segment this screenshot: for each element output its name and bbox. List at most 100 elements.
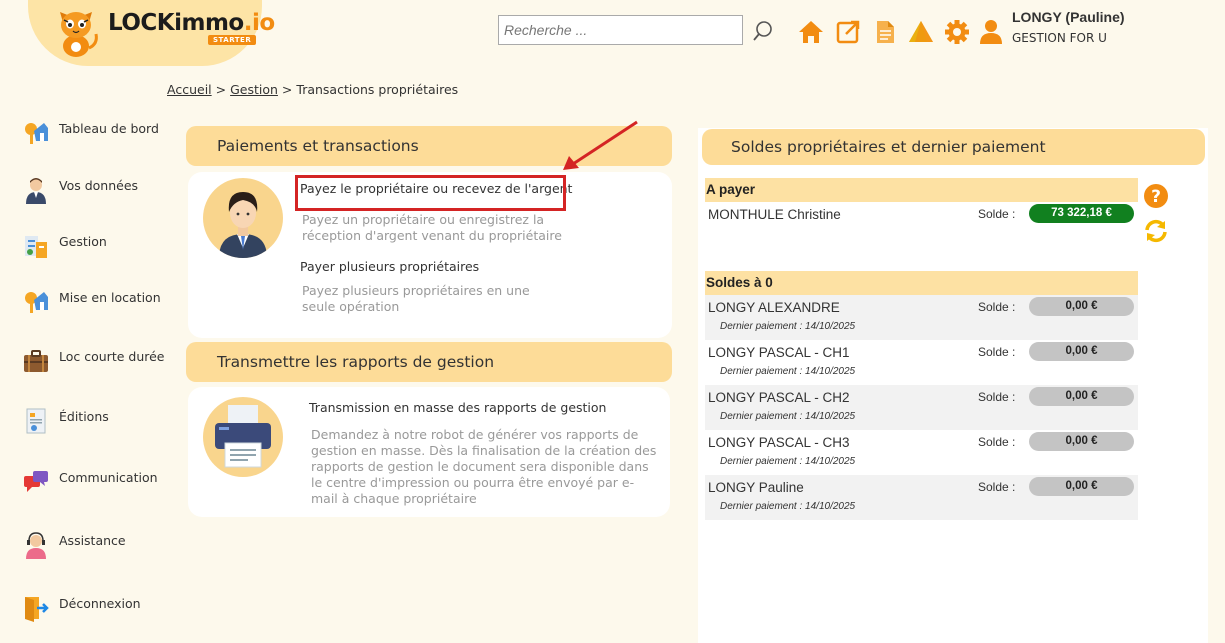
payments-panel-title: Paiements et transactions xyxy=(217,137,419,155)
breadcrumb-separator: > xyxy=(215,82,227,97)
sidebar-item-label: Gestion xyxy=(59,233,107,249)
sidebar-item-label: Déconnexion xyxy=(59,595,141,611)
highlight-box xyxy=(295,175,566,211)
svg-text:?: ? xyxy=(1151,187,1161,207)
user-icon[interactable] xyxy=(977,18,1005,46)
last-payment-date: Dernier paiement : 14/10/2025 xyxy=(720,456,856,467)
balances-panel-title: Soldes propriétaires et dernier paiement xyxy=(731,138,1046,156)
breadcrumb-gestion-link[interactable]: Gestion xyxy=(230,82,278,97)
chat-icon xyxy=(24,471,48,492)
solde-label: Solde : xyxy=(978,435,1016,449)
report-icon xyxy=(26,408,46,434)
management-icon xyxy=(25,236,47,258)
sidebar-item-label: Mise en location xyxy=(59,289,161,305)
balance-row[interactable]: LONGY Pauline Solde : 0,00 € Dernier pai… xyxy=(705,475,1138,520)
sidebar-item-deconnexion[interactable]: Déconnexion xyxy=(22,592,172,624)
description-line: le centre d'impression ou pourra être en… xyxy=(311,475,635,490)
breadcrumb-separator: > xyxy=(281,82,293,97)
sidebar-item-label: Communication xyxy=(59,469,158,485)
sidebar-item-label: Assistance xyxy=(59,532,126,548)
user-organization: GESTION FOR U xyxy=(1012,31,1107,45)
bulk-reports-description: Demandez à notre robot de générer vos ra… xyxy=(311,427,656,507)
owner-name: LONGY PASCAL - CH3 xyxy=(708,435,850,450)
sidebar-item-gestion[interactable]: Gestion xyxy=(22,230,172,262)
balance-row[interactable]: LONGY PASCAL - CH3 Solde : 0,00 € Dernie… xyxy=(705,430,1138,475)
description-line: Demandez à notre robot de générer vos ra… xyxy=(311,427,639,442)
reports-panel-title: Transmettre les rapports de gestion xyxy=(217,353,495,371)
sidebar-item-communication[interactable]: Communication xyxy=(22,466,172,498)
last-payment-date: Dernier paiement : 14/10/2025 xyxy=(720,366,856,377)
edition-badge: STARTER xyxy=(208,35,257,45)
breadcrumb-home-link[interactable]: Accueil xyxy=(167,82,212,97)
to-pay-section-header: A payer xyxy=(705,178,1138,202)
document-icon[interactable] xyxy=(871,18,899,46)
sidebar-item-label: Éditions xyxy=(59,408,109,424)
last-payment-date: Dernier paiement : 14/10/2025 xyxy=(720,321,856,332)
owner-name: LONGY PASCAL - CH1 xyxy=(708,345,850,360)
logout-icon xyxy=(25,597,49,622)
balances-panel-header: Soldes propriétaires et dernier paiement xyxy=(702,129,1205,165)
zero-balance-section-header: Soldes à 0 xyxy=(705,271,1138,295)
sidebar-item-dashboard[interactable]: Tableau de bord xyxy=(22,117,172,149)
balance-row[interactable]: LONGY PASCAL - CH2 Solde : 0,00 € Dernie… xyxy=(705,385,1138,430)
owner-name: MONTHULE Christine xyxy=(708,207,841,222)
sidebar-item-loc-courte-duree[interactable]: Loc courte durée xyxy=(22,345,172,377)
balance-amount-badge: 0,00 € xyxy=(1029,477,1134,496)
balance-amount-badge: 0,00 € xyxy=(1029,432,1134,451)
description-line: Payez un propriétaire ou enregistrez la xyxy=(302,212,545,227)
solde-label: Solde : xyxy=(978,390,1016,404)
dashboard-icon xyxy=(25,123,48,144)
owner-name: LONGY PASCAL - CH2 xyxy=(708,390,850,405)
sidebar-item-assistance[interactable]: Assistance xyxy=(22,529,172,561)
bulk-reports-link[interactable]: Transmission en masse des rapports de ge… xyxy=(309,400,606,415)
description-line: seule opération xyxy=(302,299,400,314)
cat-mascot-logo xyxy=(60,12,98,57)
solde-label: Solde : xyxy=(978,345,1016,359)
gear-icon[interactable] xyxy=(943,18,971,46)
sidebar-item-label: Tableau de bord xyxy=(59,120,159,136)
support-icon xyxy=(26,532,46,559)
user-name[interactable]: LONGY (Pauline) xyxy=(1012,9,1125,25)
printer-icon xyxy=(215,405,271,468)
printer-avatar xyxy=(203,397,283,477)
pay-owner-description: Payez un propriétaire ou enregistrez la … xyxy=(302,212,562,244)
balance-amount-badge: 0,00 € xyxy=(1029,387,1134,406)
description-line: rapports de gestion le document sera dis… xyxy=(311,459,649,474)
sidebar-item-vos-donnees[interactable]: Vos données xyxy=(22,174,172,206)
balance-amount-badge: 0,00 € xyxy=(1029,342,1134,361)
balance-row[interactable]: LONGY PASCAL - CH1 Solde : 0,00 € Dernie… xyxy=(705,340,1138,385)
brand-logo[interactable]: LOCKimmo.io xyxy=(108,10,275,36)
red-arrow-annotation xyxy=(563,120,638,170)
search-icon[interactable] xyxy=(751,19,775,43)
rent-key-icon xyxy=(25,292,48,313)
balance-row[interactable]: LONGY ALEXANDRE Solde : 0,00 € Dernier p… xyxy=(705,295,1138,340)
sidebar-item-editions[interactable]: Éditions xyxy=(22,405,172,437)
owner-name: LONGY ALEXANDRE xyxy=(708,300,840,315)
search-input[interactable] xyxy=(498,15,743,45)
description-line: gestion en masse. Dès la finalisation de… xyxy=(311,443,657,458)
solde-label: Solde : xyxy=(978,480,1016,494)
home-icon[interactable] xyxy=(797,18,825,46)
help-icon[interactable]: ? xyxy=(1143,183,1169,209)
suitcase-icon xyxy=(24,350,48,372)
pay-multiple-owners-link[interactable]: Payer plusieurs propriétaires xyxy=(300,259,479,274)
breadcrumb: Accueil > Gestion > Transactions proprié… xyxy=(167,82,458,97)
breadcrumb-current: Transactions propriétaires xyxy=(296,82,459,97)
balance-row[interactable]: MONTHULE Christine Solde : 73 322,18 € xyxy=(705,202,1138,232)
owner-name: LONGY Pauline xyxy=(708,480,804,495)
refresh-icon[interactable] xyxy=(1143,218,1169,244)
description-line: réception d'argent venant du propriétair… xyxy=(302,228,562,243)
reports-panel-header: Transmettre les rapports de gestion xyxy=(186,342,672,382)
owner-avatar xyxy=(203,178,283,258)
sidebar-item-mise-en-location[interactable]: Mise en location xyxy=(22,286,172,318)
person-icon xyxy=(26,178,46,204)
sidebar-item-label: Vos données xyxy=(59,177,139,193)
last-payment-date: Dernier paiement : 14/10/2025 xyxy=(720,501,856,512)
solde-label: Solde : xyxy=(978,207,1016,221)
description-line: Payez plusieurs propriétaires en une xyxy=(302,283,530,298)
balance-amount-badge: 73 322,18 € xyxy=(1029,204,1134,223)
pay-multiple-description: Payez plusieurs propriétaires en une seu… xyxy=(302,283,530,315)
drive-icon[interactable] xyxy=(907,18,935,46)
external-link-icon[interactable] xyxy=(834,18,862,46)
businessman-icon xyxy=(219,192,267,258)
